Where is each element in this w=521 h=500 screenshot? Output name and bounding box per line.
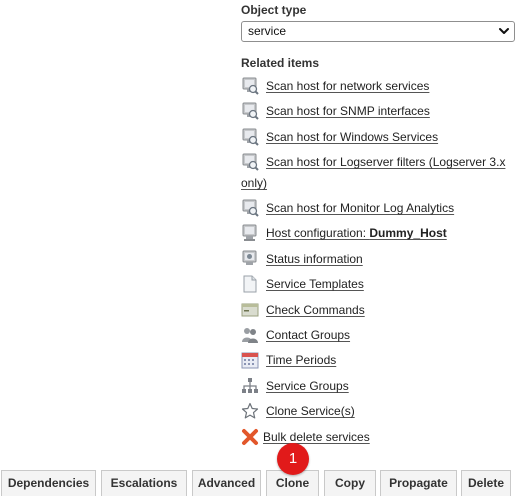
- delete-x-icon: [242, 429, 258, 445]
- scan-host-icon: [242, 102, 259, 120]
- hierarchy-icon: [242, 378, 258, 393]
- host-config-icon: [242, 224, 257, 241]
- scan-host-icon: [242, 128, 259, 146]
- related-item-label: Clone Service(s): [266, 404, 355, 418]
- chevron-down-icon: [499, 28, 509, 34]
- related-item-label: Scan host for network services: [266, 79, 430, 93]
- calendar-icon: [241, 352, 259, 369]
- related-item-label: Time Periods: [266, 353, 337, 367]
- host-name: Dummy_Host: [369, 226, 447, 240]
- related-item-scan-logserver[interactable]: Scan host for Logserver filters (Logserv…: [241, 152, 515, 194]
- related-item-host-configuration[interactable]: Host configuration: Dummy_Host: [241, 223, 515, 244]
- related-item-label: Service Groups: [266, 379, 349, 393]
- tab-copy[interactable]: Copy: [324, 470, 376, 496]
- scan-host-icon: [242, 153, 259, 171]
- related-item-label: Contact Groups: [266, 328, 351, 342]
- related-item-label: Bulk delete services: [263, 430, 370, 444]
- step-badge: 1: [277, 443, 309, 475]
- host-config-prefix: Host configuration:: [266, 226, 370, 240]
- status-info-icon: [242, 250, 257, 265]
- related-item-service-groups[interactable]: Service Groups: [241, 376, 515, 397]
- related-item-scan-windows[interactable]: Scan host for Windows Services: [241, 127, 515, 148]
- related-item-label: Scan host for Monitor Log Analytics: [266, 201, 455, 215]
- related-item-scan-snmp[interactable]: Scan host for SNMP interfaces: [241, 101, 515, 122]
- action-tabs: Dependencies Escalations Advanced Clone …: [0, 470, 521, 500]
- related-item-scan-network[interactable]: Scan host for network services: [241, 76, 515, 97]
- scan-host-icon: [242, 199, 259, 217]
- related-items-title: Related items: [241, 56, 320, 70]
- star-icon: [241, 402, 259, 419]
- object-type-title: Object type: [241, 3, 307, 17]
- document-icon: [243, 275, 257, 293]
- related-item-contact-groups[interactable]: Contact Groups: [241, 325, 515, 346]
- tab-propagate[interactable]: Propagate: [380, 470, 457, 496]
- related-item-label: Scan host for Logserver filters (Logserv…: [241, 155, 506, 190]
- related-item-label: Check Commands: [266, 303, 365, 317]
- related-item-label: Service Templates: [266, 277, 364, 291]
- related-item-label: Scan host for SNMP interfaces: [266, 104, 430, 118]
- tab-escalations[interactable]: Escalations: [101, 470, 187, 496]
- related-item-bulk-delete[interactable]: Bulk delete services: [241, 427, 515, 448]
- contact-groups-icon: [242, 328, 258, 343]
- tab-delete[interactable]: Delete: [461, 470, 511, 496]
- related-item-status-information[interactable]: Status information: [241, 249, 515, 270]
- tab-advanced[interactable]: Advanced: [192, 470, 261, 496]
- related-item-time-periods[interactable]: Time Periods: [241, 350, 515, 371]
- tab-dependencies[interactable]: Dependencies: [1, 470, 96, 496]
- terminal-icon: [241, 303, 259, 317]
- related-item-label: Scan host for Windows Services: [266, 130, 439, 144]
- related-item-check-commands[interactable]: Check Commands: [241, 300, 515, 321]
- object-type-value: service: [248, 24, 287, 38]
- related-item-service-templates[interactable]: Service Templates: [241, 274, 515, 295]
- related-item-clone-services[interactable]: Clone Service(s): [241, 401, 515, 422]
- related-item-scan-log-analytics[interactable]: Scan host for Monitor Log Analytics: [241, 198, 515, 219]
- scan-host-icon: [242, 77, 259, 95]
- related-item-label: Host configuration: Dummy_Host: [241, 223, 515, 244]
- object-type-select[interactable]: service: [241, 21, 515, 42]
- related-item-label: Status information: [266, 252, 363, 266]
